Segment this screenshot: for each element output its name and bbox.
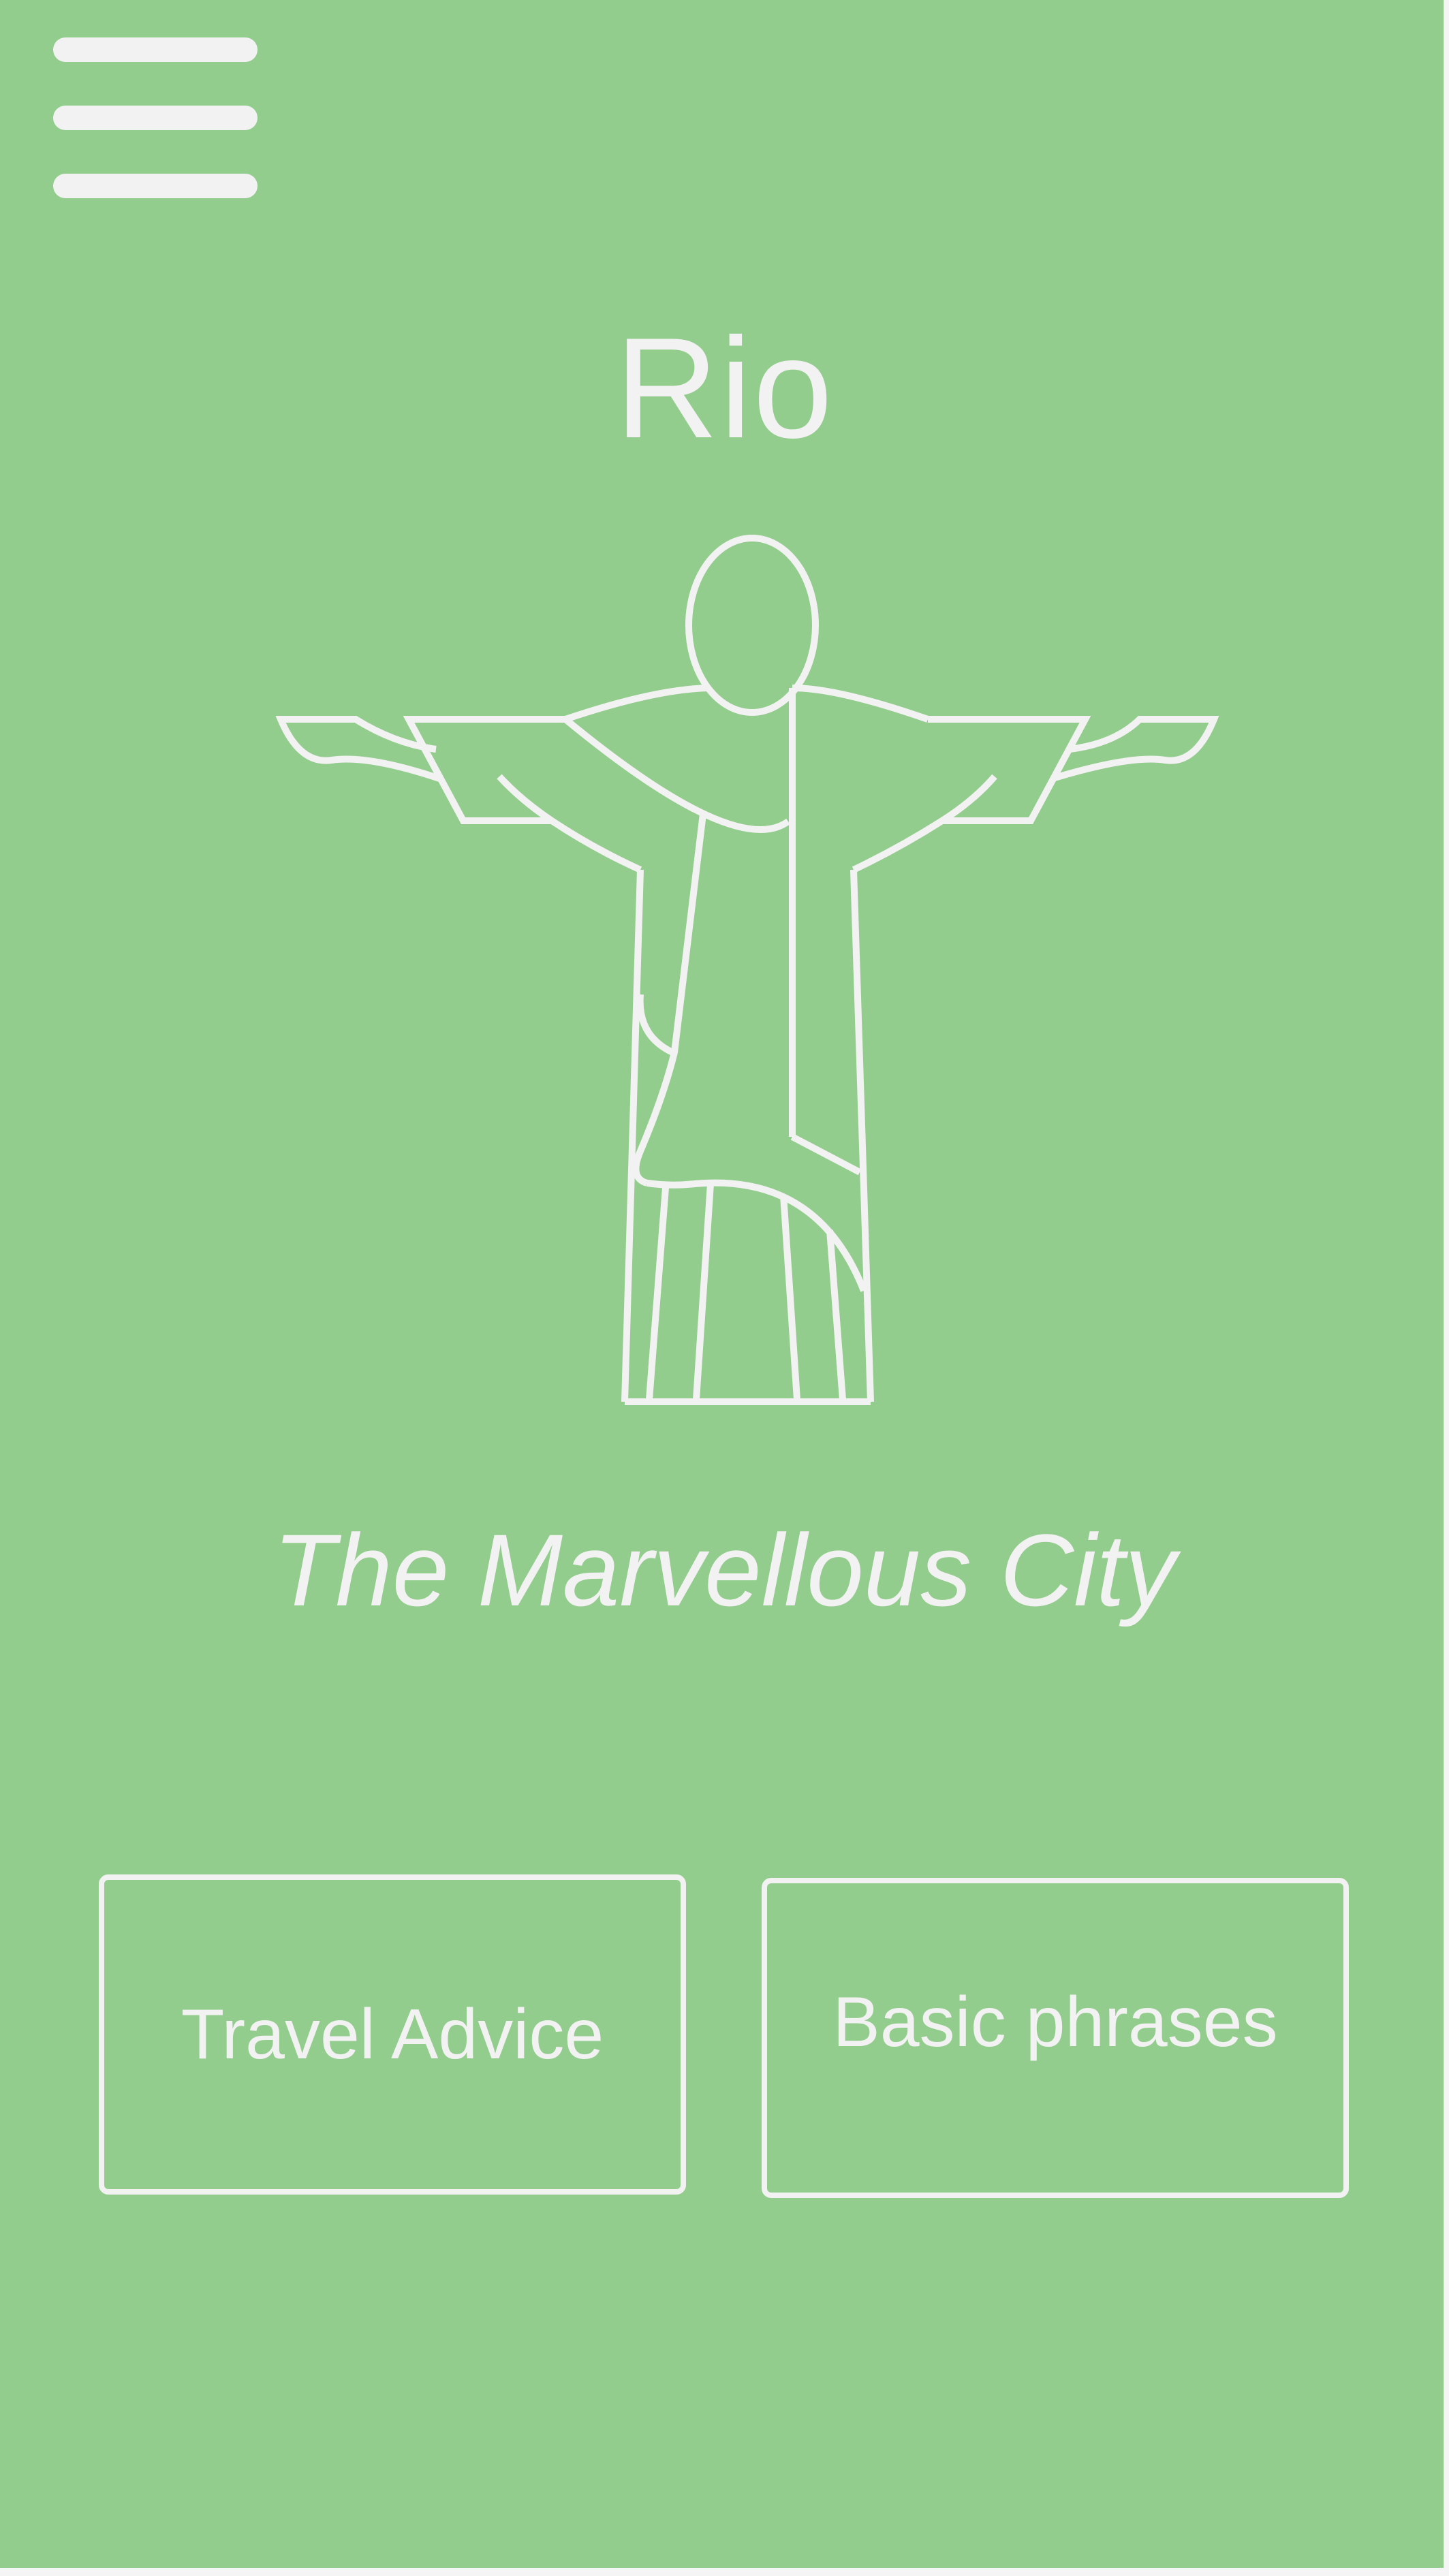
city-tagline: The Marvellous City — [272, 1513, 1177, 1627]
menu-bar-top — [53, 37, 258, 62]
statue-elbow — [636, 994, 674, 1056]
screen-edge-right — [1444, 0, 1449, 2576]
statue-robe-fold-3 — [780, 1195, 800, 1400]
statue-left-fold — [632, 813, 706, 1187]
hamburger-menu-icon[interactable] — [48, 34, 266, 204]
statue-right-sleeve — [928, 716, 1091, 824]
app-screen: Rio The Marvellous City Travel Advice Ba… — [0, 0, 1449, 2576]
basic-phrases-label: Basic phrases — [832, 1983, 1278, 2062]
screen-edge-bottom — [0, 2568, 1449, 2576]
statue-chest-drape — [563, 717, 790, 833]
travel-advice-label: Travel Advice — [181, 1994, 604, 2074]
statue-hip-line — [790, 1133, 862, 1176]
statue-body-right — [850, 869, 874, 1402]
travel-advice-button[interactable]: Travel Advice — [99, 1874, 686, 2195]
menu-bar-middle — [53, 106, 258, 130]
statue-right-shoulder — [792, 685, 929, 723]
statue-left-shoulder — [564, 685, 709, 723]
page-title: Rio — [614, 308, 835, 468]
basic-phrases-button[interactable]: Basic phrases — [762, 1878, 1349, 2198]
menu-bar-bottom — [53, 174, 258, 198]
statue-robe-fold-4 — [826, 1229, 846, 1400]
christ-the-redeemer-statue-icon — [275, 535, 1219, 1405]
statue-robe-fold-2 — [693, 1183, 714, 1400]
statue-body-left — [621, 869, 644, 1402]
statue-robe-fold-1 — [646, 1187, 669, 1400]
statue-left-sleeve — [403, 716, 565, 824]
